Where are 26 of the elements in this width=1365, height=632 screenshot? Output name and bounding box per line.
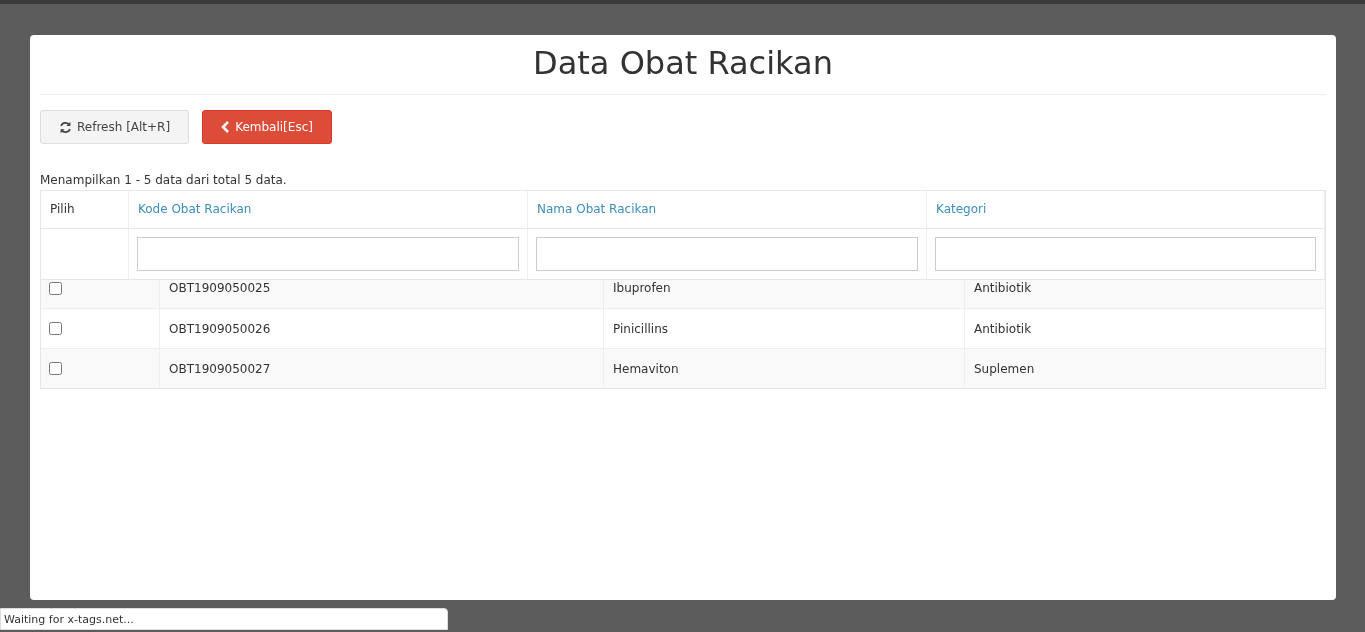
refresh-icon <box>59 120 72 134</box>
summary-text: Menampilkan 1 - 5 data dari total 5 data. <box>40 172 288 188</box>
back-button[interactable]: Kembali[Esc] <box>202 110 332 144</box>
table-cell: Hemaviton <box>613 361 679 376</box>
status-bar: Waiting for x-tags.net... <box>0 608 448 630</box>
row-checkbox[interactable] <box>49 362 62 375</box>
table-cell: OBT1909050027 <box>169 361 271 376</box>
row-checkbox[interactable] <box>49 322 62 335</box>
sort-link[interactable]: Nama Obat Racikan <box>528 191 927 228</box>
refresh-button[interactable]: Refresh [Alt+R] <box>40 110 190 144</box>
table-cell: Suplemen <box>974 361 1035 376</box>
modal-title: Data Obat Racikan <box>40 35 1326 95</box>
column-header: Pilih <box>41 191 129 228</box>
sort-link[interactable]: Kategori <box>927 191 1325 228</box>
table-cell: OBT1909050026 <box>169 321 271 336</box>
table-cell: Antibiotik <box>974 321 1032 336</box>
table-cell: Antibiotik <box>974 281 1032 295</box>
row-checkbox[interactable] <box>49 282 62 295</box>
filter-field[interactable] <box>935 237 1316 271</box>
sort-link[interactable]: Kode Obat Racikan <box>129 191 528 228</box>
table-cell: OBT1909050025 <box>169 281 271 295</box>
table-cell: Ibuprofen <box>613 281 671 295</box>
filter-field[interactable] <box>536 237 918 271</box>
filter-field[interactable] <box>137 237 519 271</box>
table-cell: Pinicillins <box>613 321 669 336</box>
chevron-left-icon <box>221 121 231 133</box>
